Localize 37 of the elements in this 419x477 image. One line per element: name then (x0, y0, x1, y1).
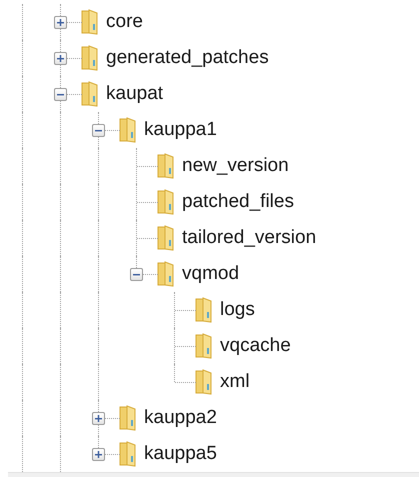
folder-icon (156, 153, 176, 179)
folder-icon (118, 117, 138, 143)
plus-icon (94, 450, 103, 459)
folder-label[interactable]: tailored_version (182, 224, 316, 252)
folder-icon (156, 189, 176, 215)
folder-label[interactable]: kauppa1 (144, 116, 217, 144)
folder-label[interactable]: kaupat (106, 80, 164, 108)
plus-icon (56, 18, 65, 27)
folder-icon (194, 369, 214, 395)
folder-label[interactable]: kauppa5 (144, 440, 217, 468)
folder-label[interactable]: kauppa2 (144, 404, 217, 432)
folder-icon (80, 81, 100, 107)
expand-toggle[interactable] (92, 124, 105, 137)
plus-icon (56, 54, 65, 63)
folder-icon (194, 333, 214, 359)
folder-icon (194, 297, 214, 323)
folder-icon (118, 441, 138, 467)
expand-toggle[interactable] (54, 52, 67, 65)
folder-label[interactable]: xml (220, 368, 250, 396)
plus-icon (94, 414, 103, 423)
folder-icon (156, 261, 176, 287)
folder-label[interactable]: core (106, 8, 143, 36)
expand-toggle[interactable] (54, 16, 67, 29)
folder-label[interactable]: logs (220, 296, 255, 324)
expand-toggle[interactable] (130, 268, 143, 281)
folder-icon (80, 45, 100, 71)
folder-label[interactable]: vqcache (220, 332, 291, 360)
folder-label[interactable]: new_version (182, 152, 289, 180)
folder-icon (80, 9, 100, 35)
expand-toggle[interactable] (54, 88, 67, 101)
folder-icon (118, 405, 138, 431)
folder-label[interactable]: vqmod (182, 260, 240, 288)
folder-icon (156, 225, 176, 251)
folder-label[interactable]: generated_patches (106, 44, 269, 72)
expand-toggle[interactable] (92, 412, 105, 425)
folder-label[interactable]: patched_files (182, 188, 294, 216)
expand-toggle[interactable] (92, 448, 105, 461)
